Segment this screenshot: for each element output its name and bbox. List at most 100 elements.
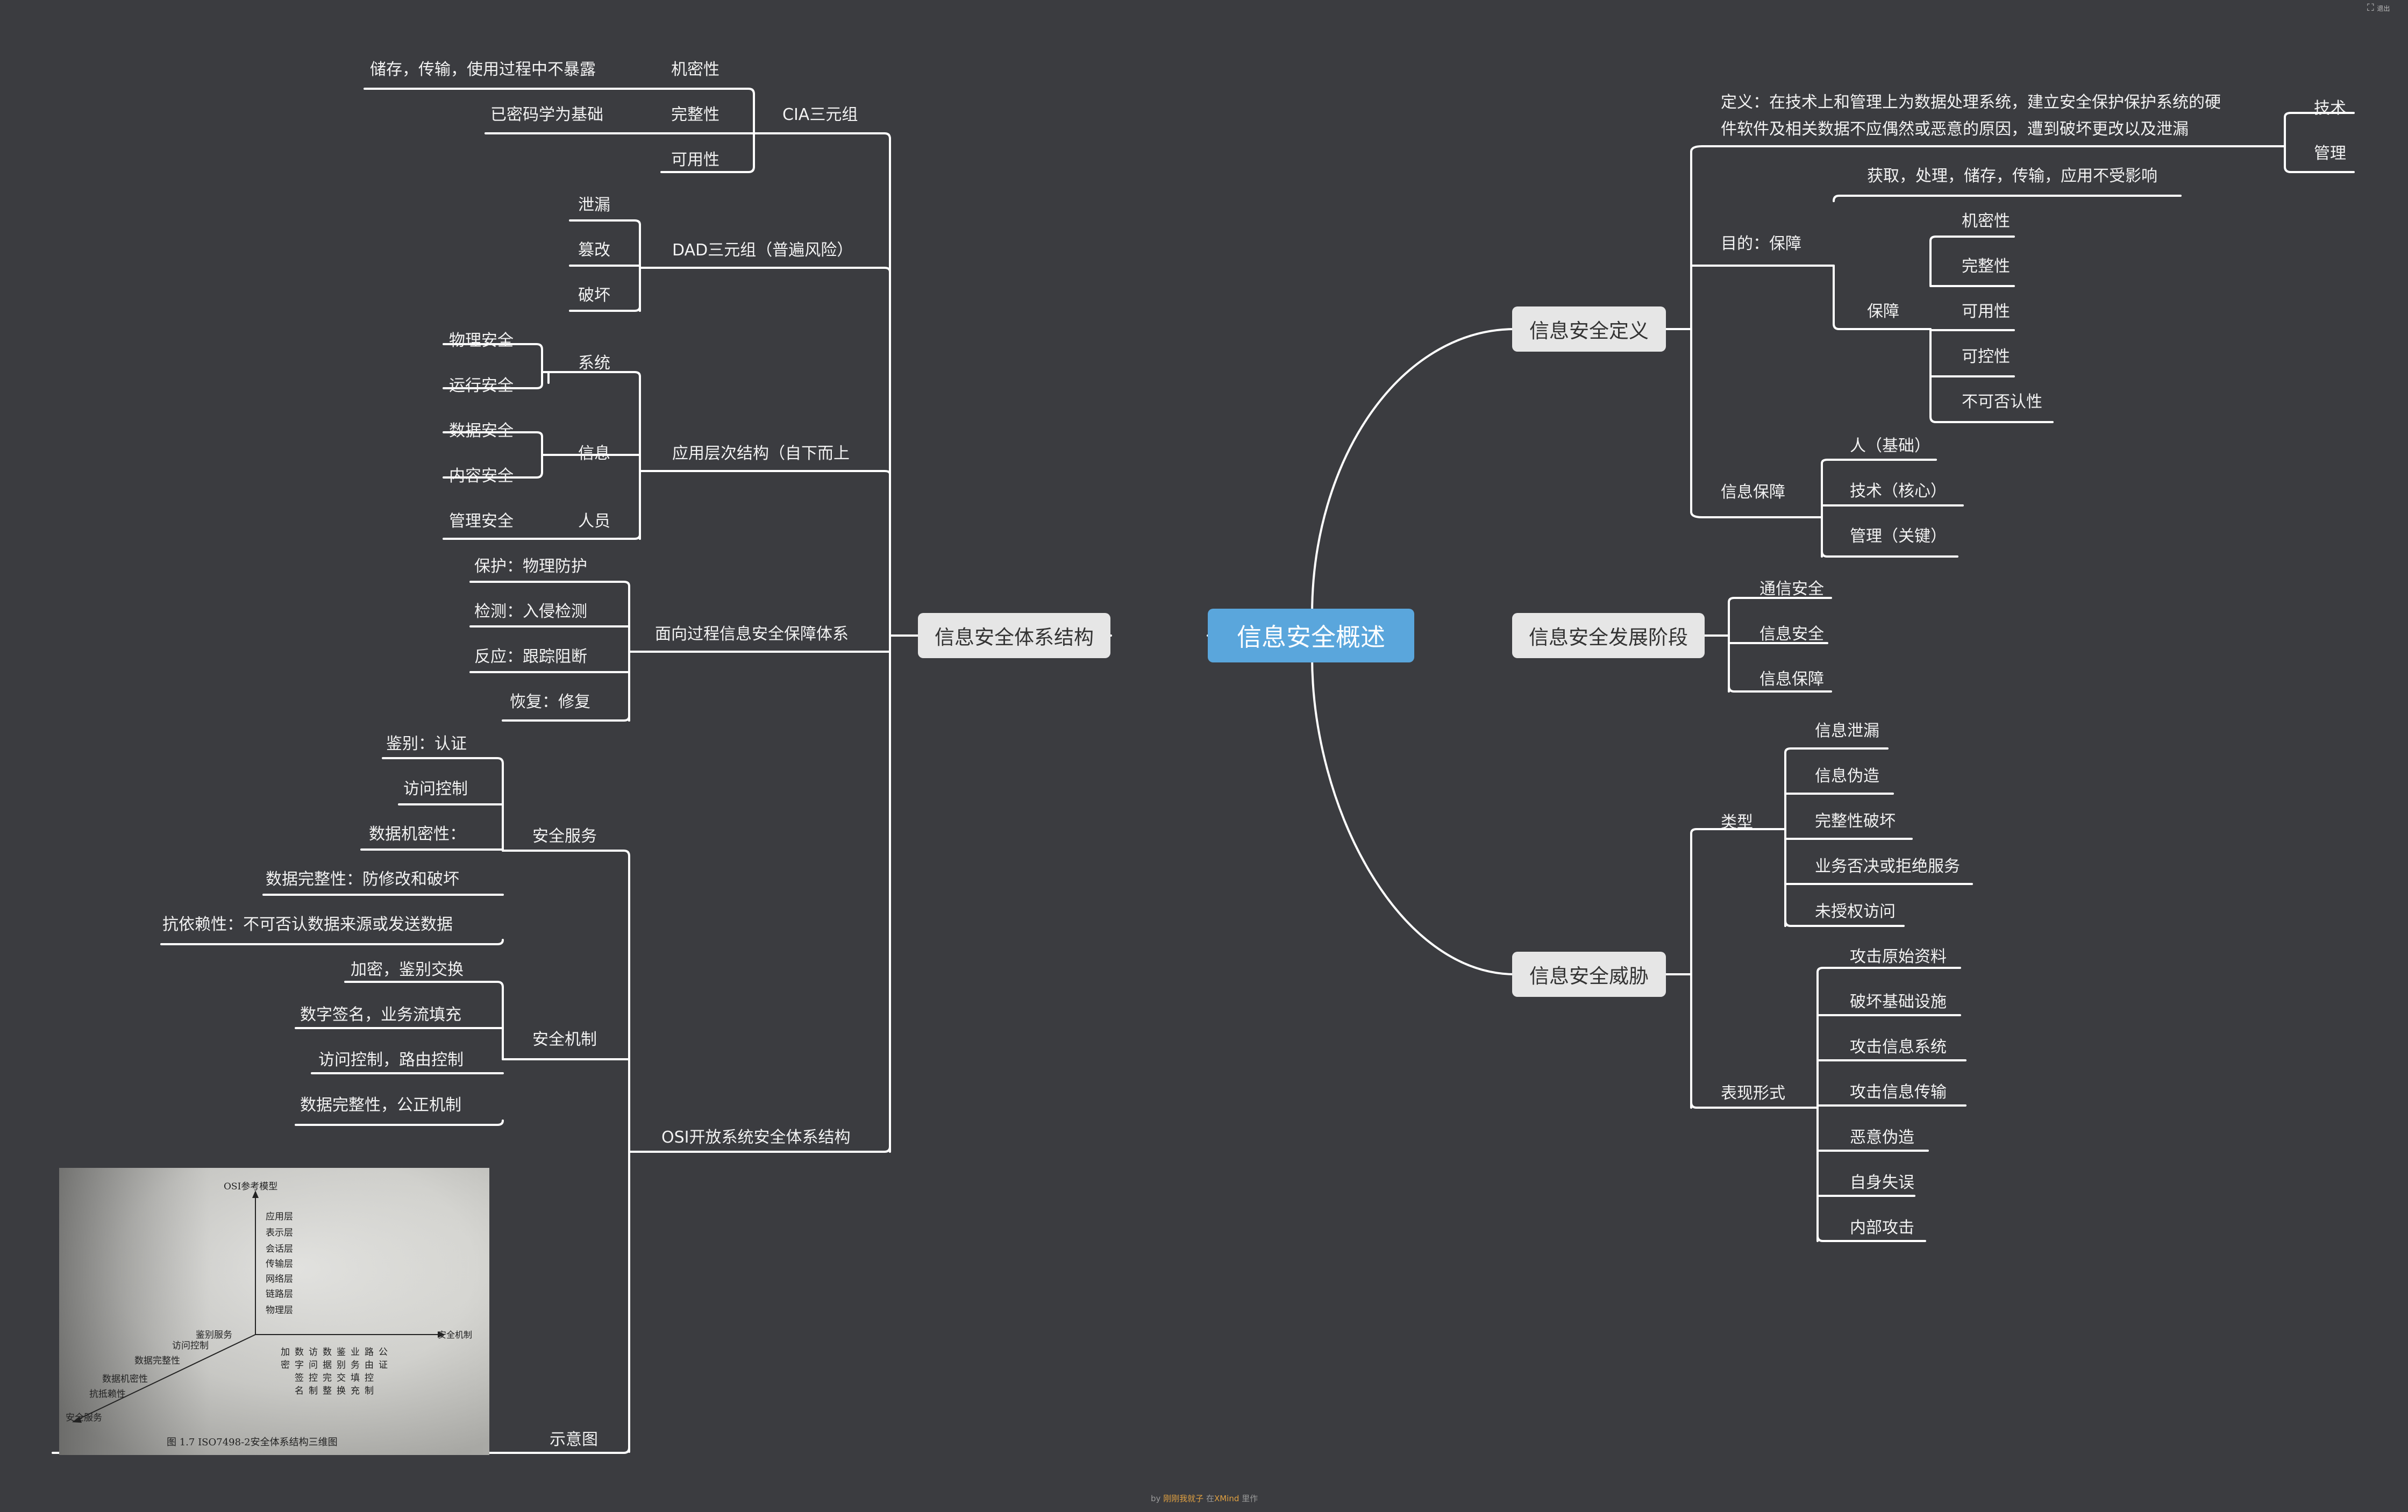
figure-layer-4: 传输层 — [266, 1259, 293, 1269]
guarantee-controllability[interactable]: 可控性 — [1962, 347, 2010, 367]
mechanism-encryption[interactable]: 加密，鉴别交换 — [351, 960, 464, 980]
guarantee-integrity[interactable]: 完整性 — [1962, 257, 2010, 276]
guarantee-confidentiality[interactable]: 机密性 — [1962, 212, 2010, 231]
osi-mechanisms-node[interactable]: 安全机制 — [532, 1030, 597, 1050]
mind-map-canvas[interactable]: 信息安全概述 信息安全定义 信息安全发展阶段 信息安全威胁 信息安全体系结构 定… — [0, 0, 2408, 1512]
layer-operation[interactable]: 运行安全 — [449, 376, 514, 396]
mechanism-notary[interactable]: 数据完整性，公正机制 — [300, 1096, 461, 1115]
service-auth[interactable]: 鉴别：认证 — [386, 734, 467, 754]
threat-types-node[interactable]: 类型 — [1721, 813, 1753, 832]
figure-x-item-char: 务 — [351, 1360, 360, 1371]
central-topic[interactable]: 信息安全概述 — [1208, 609, 1414, 662]
layer-personnel[interactable]: 人员 — [578, 512, 610, 531]
footer-author[interactable]: 刚刚我就子 — [1163, 1494, 1203, 1503]
form-insider[interactable]: 内部攻击 — [1850, 1218, 1914, 1238]
service-integrity[interactable]: 数据完整性：防修改和破坏 — [266, 870, 459, 889]
figure-x-item-char: 证 — [379, 1360, 388, 1371]
process-protect[interactable]: 保护：物理防护 — [474, 557, 587, 576]
cia-integrity[interactable]: 完整性 — [671, 105, 719, 125]
figure-layer-6: 链路层 — [266, 1289, 293, 1300]
threat-leak[interactable]: 信息泄漏 — [1815, 722, 1879, 741]
dad-destruction[interactable]: 破坏 — [578, 286, 610, 305]
layer-data[interactable]: 数据安全 — [449, 422, 514, 441]
definition-tech[interactable]: 技术 — [2314, 99, 2346, 118]
topic-threats[interactable]: 信息安全威胁 — [1512, 952, 1666, 997]
layer-content[interactable]: 内容安全 — [449, 467, 514, 486]
definition-text[interactable]: 定义：在技术上和管理上为数据处理系统，建立安全保护保护系统的硬 — [1721, 93, 2221, 112]
figure-layer-1: 应用层 — [266, 1211, 293, 1222]
figure-x-item-char: 别 — [337, 1360, 346, 1371]
figure-x-item-char: 加 — [281, 1347, 290, 1358]
osi-node[interactable]: OSI开放系统安全体系结构 — [661, 1128, 851, 1147]
threat-unauthorized[interactable]: 未授权访问 — [1815, 902, 1896, 922]
assurance-people[interactable]: 人（基础） — [1850, 437, 1930, 456]
dad-node[interactable]: DAD三元组（普遍风险） — [672, 241, 853, 260]
cia-confidentiality-desc[interactable]: 储存，传输，使用过程中不暴露 — [370, 60, 596, 80]
purpose-unaffected[interactable]: 获取，处理，储存，传输，应用不受影响 — [1867, 167, 2157, 186]
dad-disclosure[interactable]: 泄漏 — [578, 196, 610, 215]
figure-z-3: 数据完整性 — [134, 1356, 180, 1366]
service-confidentiality[interactable]: 数据机密性： — [369, 825, 466, 844]
figure-x-item-char: 控 — [309, 1373, 318, 1383]
form-raw-data[interactable]: 攻击原始资料 — [1850, 947, 1947, 967]
mechanism-signature[interactable]: 数字签名，业务流填充 — [300, 1005, 461, 1025]
figure-z-1: 鉴别服务 — [196, 1330, 232, 1340]
figure-x-item-char: 整 — [323, 1386, 332, 1396]
info-assurance-node[interactable]: 信息保障 — [1721, 483, 1785, 502]
service-nonrepudiation[interactable]: 抗依赖性：不可否认数据来源或发送数据 — [162, 915, 453, 935]
form-info-system[interactable]: 攻击信息系统 — [1850, 1038, 1947, 1057]
layer-management[interactable]: 管理安全 — [449, 512, 514, 531]
osi-diagram-node[interactable]: 示意图 — [550, 1430, 598, 1450]
layers-node[interactable]: 应用层次结构（自下而上 — [672, 444, 850, 463]
figure-x-item-char: 密 — [281, 1360, 290, 1371]
figure-y-axis-label: OSI参考模型 — [224, 1181, 277, 1192]
layer-system[interactable]: 系统 — [578, 354, 610, 373]
process-node[interactable]: 面向过程信息安全保障体系 — [655, 625, 849, 644]
layer-information[interactable]: 信息 — [578, 444, 610, 463]
figure-z-axis-label: 安全服务 — [66, 1413, 102, 1423]
footer-app[interactable]: XMind — [1214, 1494, 1239, 1503]
assurance-tech[interactable]: 技术（核心） — [1850, 482, 1947, 501]
cia-integrity-desc[interactable]: 已密码学为基础 — [490, 105, 603, 125]
form-infrastructure[interactable]: 破坏基础设施 — [1850, 993, 1947, 1012]
service-access[interactable]: 访问控制 — [403, 780, 468, 799]
form-malicious-forgery[interactable]: 恶意伪造 — [1850, 1128, 1914, 1147]
form-transmission[interactable]: 攻击信息传输 — [1850, 1083, 1947, 1102]
stage-information[interactable]: 信息安全 — [1759, 625, 1824, 644]
threat-integrity[interactable]: 完整性破坏 — [1815, 812, 1896, 831]
figure-x-item-char: 充 — [351, 1386, 360, 1396]
threat-forgery[interactable]: 信息伪造 — [1815, 767, 1879, 786]
guarantee-availability[interactable]: 可用性 — [1962, 302, 2010, 322]
figure-x-item-char: 据 — [323, 1360, 332, 1371]
process-recover[interactable]: 恢复：修复 — [510, 693, 590, 712]
mechanism-access-routing[interactable]: 访问控制，路由控制 — [318, 1051, 464, 1070]
stage-assurance[interactable]: 信息保障 — [1759, 670, 1824, 689]
definition-mgmt[interactable]: 管理 — [2314, 144, 2346, 163]
purpose-node[interactable]: 目的：保障 — [1721, 234, 1801, 254]
form-self-error[interactable]: 自身失误 — [1850, 1173, 1914, 1193]
cia-confidentiality[interactable]: 机密性 — [671, 60, 719, 80]
guarantee-nonrepudiation[interactable]: 不可否认性 — [1962, 393, 2042, 412]
figure-layer-2: 表示层 — [266, 1228, 293, 1238]
osi-services-node[interactable]: 安全服务 — [532, 827, 597, 846]
threat-forms-node[interactable]: 表现形式 — [1721, 1084, 1785, 1103]
purpose-guarantee[interactable]: 保障 — [1867, 302, 1899, 322]
layer-physical[interactable]: 物理安全 — [449, 331, 514, 351]
threat-dos[interactable]: 业务否决或拒绝服务 — [1815, 857, 1960, 876]
fullscreen-icon[interactable]: ⛶ 退出 — [2367, 2, 2390, 13]
stage-communication[interactable]: 通信安全 — [1759, 580, 1824, 599]
process-react[interactable]: 反应：跟踪阻断 — [474, 647, 587, 667]
figure-x-item-char: 控 — [365, 1373, 374, 1383]
topic-architecture[interactable]: 信息安全体系结构 — [918, 613, 1110, 658]
assurance-mgmt[interactable]: 管理（关键） — [1850, 527, 1947, 546]
topic-definition[interactable]: 信息安全定义 — [1512, 306, 1666, 352]
topic-stages[interactable]: 信息安全发展阶段 — [1512, 613, 1705, 658]
corner-label[interactable]: 退出 — [2377, 5, 2390, 12]
figure-z-5: 抗抵赖性 — [89, 1389, 126, 1400]
process-detect[interactable]: 检测：入侵检测 — [474, 602, 587, 622]
osi-3d-figure-image[interactable]: OSI参考模型 应用层 表示层 会话层 传输层 网络层 链路层 物理层 安全机制… — [59, 1168, 489, 1455]
dad-alteration[interactable]: 篡改 — [578, 241, 610, 260]
figure-layer-7: 物理层 — [266, 1305, 293, 1316]
cia-node[interactable]: CIA三元组 — [782, 105, 858, 125]
cia-availability[interactable]: 可用性 — [671, 151, 719, 170]
